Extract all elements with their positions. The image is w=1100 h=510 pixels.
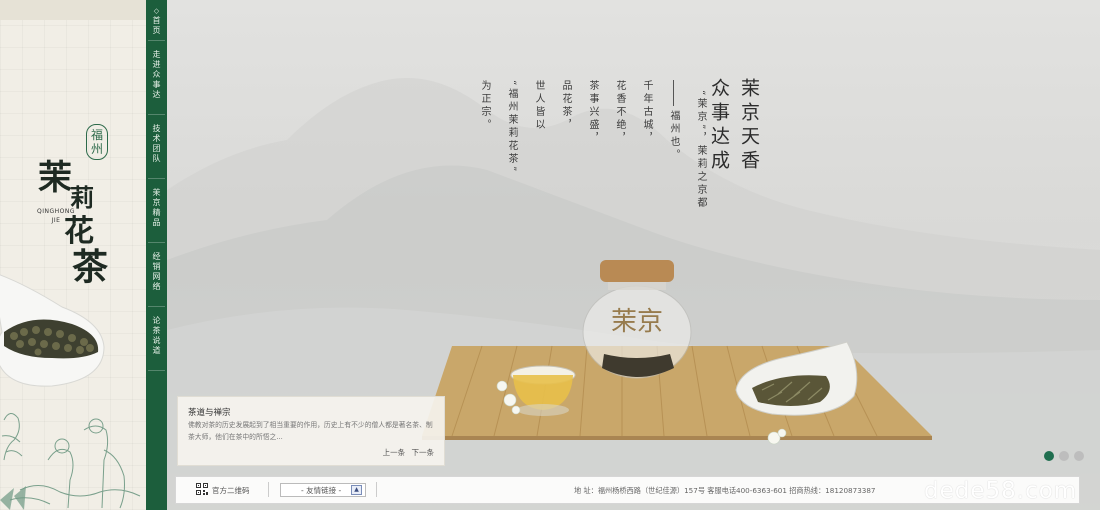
footer-divider xyxy=(268,482,269,497)
footer-divider xyxy=(376,482,377,497)
poem-divider-line xyxy=(673,80,674,106)
qr-code-icon[interactable] xyxy=(196,483,208,495)
nav-home-marker-icon: ◇ xyxy=(153,7,160,15)
poem-line-7: 世人皆以 xyxy=(533,80,544,132)
brand-panel-top-band xyxy=(0,0,146,20)
news-card-pagination: 上一条 下一条 xyxy=(379,447,434,458)
nav-item-products-label: 茉京精品 xyxy=(152,188,161,227)
news-next-link[interactable]: 下一条 xyxy=(412,448,435,457)
jar-label-text: 茉京 xyxy=(611,307,663,337)
nav-item-products[interactable]: 茉京精品 xyxy=(146,188,167,228)
poem-line-3: 千年古城， xyxy=(641,80,652,145)
nav-item-team-label: 技术团队 xyxy=(152,124,161,163)
chevron-up-icon[interactable]: ▲ xyxy=(351,485,362,495)
slider-dot-1[interactable] xyxy=(1044,451,1054,461)
site-watermark: dede58.com xyxy=(924,478,1078,504)
brand-english-line-1: QINGHONG xyxy=(36,208,75,215)
nav-item-tea-talk-label: 论茶说道 xyxy=(152,316,161,355)
nav-divider xyxy=(148,114,165,115)
nav-item-network[interactable]: 经销网络 xyxy=(146,252,167,292)
tea-picking-sketch-image xyxy=(0,413,141,510)
friend-links-label: - 友情链接 - xyxy=(301,486,342,495)
nav-item-home-label: 首页 xyxy=(152,16,161,35)
brand-city-seal: 福州 xyxy=(86,124,108,160)
nav-divider xyxy=(148,178,165,179)
nav-item-team[interactable]: 技术团队 xyxy=(146,124,167,164)
news-card-title[interactable]: 茶道与禅宗 xyxy=(188,406,231,418)
nav-item-about[interactable]: 走进众事达 xyxy=(146,50,167,100)
hero-title-column-2: 众事达成 xyxy=(708,78,730,174)
nav-item-network-label: 经销网络 xyxy=(152,252,161,291)
poem-line-8: “福州茉莉花茶” xyxy=(506,80,517,175)
qr-code-label[interactable]: 官方二维码 xyxy=(212,485,250,496)
nav-divider xyxy=(148,306,165,307)
brand-char-1: 茉 xyxy=(38,158,72,198)
nav-item-tea-talk[interactable]: 论茶说道 xyxy=(146,316,167,356)
nav-divider xyxy=(148,242,165,243)
news-prev-link[interactable]: 上一条 xyxy=(383,448,406,457)
tea-spoon-image xyxy=(0,274,105,387)
poem-line-5: 茶事兴盛， xyxy=(587,80,598,145)
brand-english: QINGHONG JIE xyxy=(26,207,86,225)
nav-divider xyxy=(148,40,165,41)
poem-line-9: 为正宗。 xyxy=(479,80,490,132)
brand-panel: 福州 茉 莉 花 茶 QINGHONG JIE xyxy=(0,0,146,510)
brand-english-line-2: JIE xyxy=(51,217,61,224)
vertical-nav: ◇ 首页 走进众事达 技术团队 茉京精品 经销网络 论茶说道 xyxy=(146,0,167,510)
footer-contact-info: 地 址：福州杨桥西路（世纪佳源）157号 客服电话400-6363-601 招商… xyxy=(574,486,876,495)
slider-dot-2[interactable] xyxy=(1059,451,1069,461)
news-card: 茶道与禅宗 佛教对茶的历史发展起到了相当重要的作用，历史上有不少的僧人都是著名茶… xyxy=(177,396,445,466)
poem-line-6: 品花茶， xyxy=(560,80,571,132)
nav-item-about-label: 走进众事达 xyxy=(152,50,161,99)
poem-line-2: 福州也。 xyxy=(668,110,679,162)
poem-line-4: 花香不绝， xyxy=(614,80,625,145)
tea-still-life-image: 茉京 xyxy=(422,260,932,445)
hero-title-column-1: 茉京天香 xyxy=(738,78,760,174)
slider-dot-3[interactable] xyxy=(1074,451,1084,461)
poem-line-1: “茉京”，茉莉之京都 xyxy=(695,90,706,211)
friend-links-select[interactable]: - 友情链接 - ▲ xyxy=(280,483,366,497)
nav-item-home[interactable]: ◇ 首页 xyxy=(146,6,167,36)
news-card-excerpt: 佛教对茶的历史发展起到了相当重要的作用，历史上有不少的僧人都是著名茶、制茶大师，… xyxy=(188,421,433,441)
nav-divider xyxy=(148,370,165,371)
